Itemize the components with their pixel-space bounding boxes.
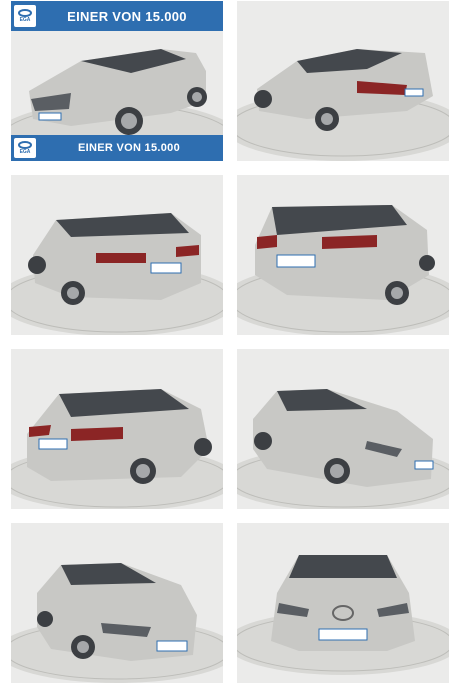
car-photo-front-right <box>237 349 449 509</box>
car-photo-front <box>237 523 449 683</box>
gallery-image-7[interactable] <box>11 523 223 683</box>
gallery-image-5[interactable] <box>11 349 223 509</box>
car-photo-rear-right <box>237 175 449 335</box>
gallery-image-6[interactable] <box>237 349 449 509</box>
car-photo-rear-left <box>237 1 449 161</box>
gallery-image-4[interactable] <box>237 175 449 335</box>
car-photo-front-left-2 <box>11 523 223 683</box>
car-photo-rear-right-high <box>11 349 223 509</box>
car-photo-rear-left-2 <box>11 175 223 335</box>
gallery-image-3[interactable] <box>11 175 223 335</box>
promo-banner-bottom: EGA EINER VON 15.000 <box>11 135 223 161</box>
promo-banner-text: EINER VON 15.000 <box>77 142 180 154</box>
gallery-image-1[interactable]: EGA EINER VON 15.000 EGA EINER VON 15.00… <box>11 1 223 161</box>
promo-banner-top: EGA EINER VON 15.000 <box>11 1 223 31</box>
gallery-image-2[interactable] <box>237 1 449 161</box>
dealer-logo-icon: EGA <box>14 138 36 158</box>
promo-banner-text: EINER VON 15.000 <box>67 8 187 24</box>
dealer-logo-icon: EGA <box>14 5 36 27</box>
gallery-image-8[interactable] <box>237 523 449 683</box>
